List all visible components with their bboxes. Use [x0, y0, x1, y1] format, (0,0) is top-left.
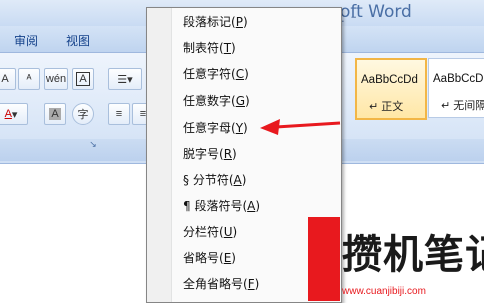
annotation-arrow-icon — [260, 119, 341, 135]
style-name: ↵ 正文 — [369, 101, 404, 113]
dialog-launcher-icon[interactable]: ↘ — [88, 139, 98, 149]
menu-item-any-digit[interactable]: 任意数字(G) — [183, 91, 250, 111]
style-no-spacing[interactable]: AaBbCcDd ↵ 无间隔 — [428, 58, 484, 118]
watermark-logo — [308, 217, 340, 301]
clear-format-icon[interactable]: A — [0, 68, 16, 90]
styles-group-footer — [340, 139, 484, 161]
menu-item-column-break[interactable]: 分栏符(U) — [183, 222, 237, 242]
menu-item-fullwidth-ellipsis[interactable]: 全角省略号(F) — [183, 274, 259, 294]
font-group-footer — [0, 139, 148, 161]
menu-item-any-character[interactable]: 任意字符(C) — [183, 64, 249, 84]
tab-view[interactable]: 视图 — [66, 32, 90, 49]
watermark-text: 攒机笔记 — [342, 232, 484, 278]
bullets-icon[interactable]: ☰▾ — [108, 68, 142, 90]
watermark-url: www.cuanjibiji.com — [342, 286, 426, 297]
menu-item-any-letter[interactable]: 任意字母(Y) — [183, 118, 248, 138]
menu-item-ellipsis[interactable]: 省略号(E) — [183, 248, 236, 268]
character-border-icon[interactable]: A — [72, 68, 94, 90]
style-normal[interactable]: AaBbCcDd ↵ 正文 — [355, 58, 427, 120]
menu-gutter — [147, 8, 172, 302]
align-left-icon[interactable]: ≡ — [108, 103, 130, 125]
menu-item-paragraph-char[interactable]: ¶ 段落符号(A) — [183, 196, 260, 216]
enclose-character-icon[interactable]: 字 — [72, 103, 94, 125]
tab-review[interactable]: 审阅 — [14, 32, 38, 49]
phonetic-guide-icon[interactable]: wén — [44, 68, 68, 90]
menu-item-section-char[interactable]: § 分节符(A) — [183, 170, 246, 190]
menu-item-caret[interactable]: 脱字号(R) — [183, 144, 237, 164]
change-case-icon[interactable]: ᴬ — [18, 68, 40, 90]
style-sample: AaBbCcDd — [433, 73, 484, 85]
character-shading-icon[interactable]: A — [44, 103, 66, 125]
menu-item-paragraph-mark[interactable]: 段落标记(P) — [183, 12, 248, 32]
style-sample: AaBbCcDd — [361, 74, 418, 86]
font-color-icon[interactable]: A ▾ — [0, 103, 28, 125]
menu-item-tab-char[interactable]: 制表符(T) — [183, 38, 236, 58]
window-title-right: oft Word — [340, 2, 412, 22]
style-name: ↵ 无间隔 — [441, 100, 484, 112]
